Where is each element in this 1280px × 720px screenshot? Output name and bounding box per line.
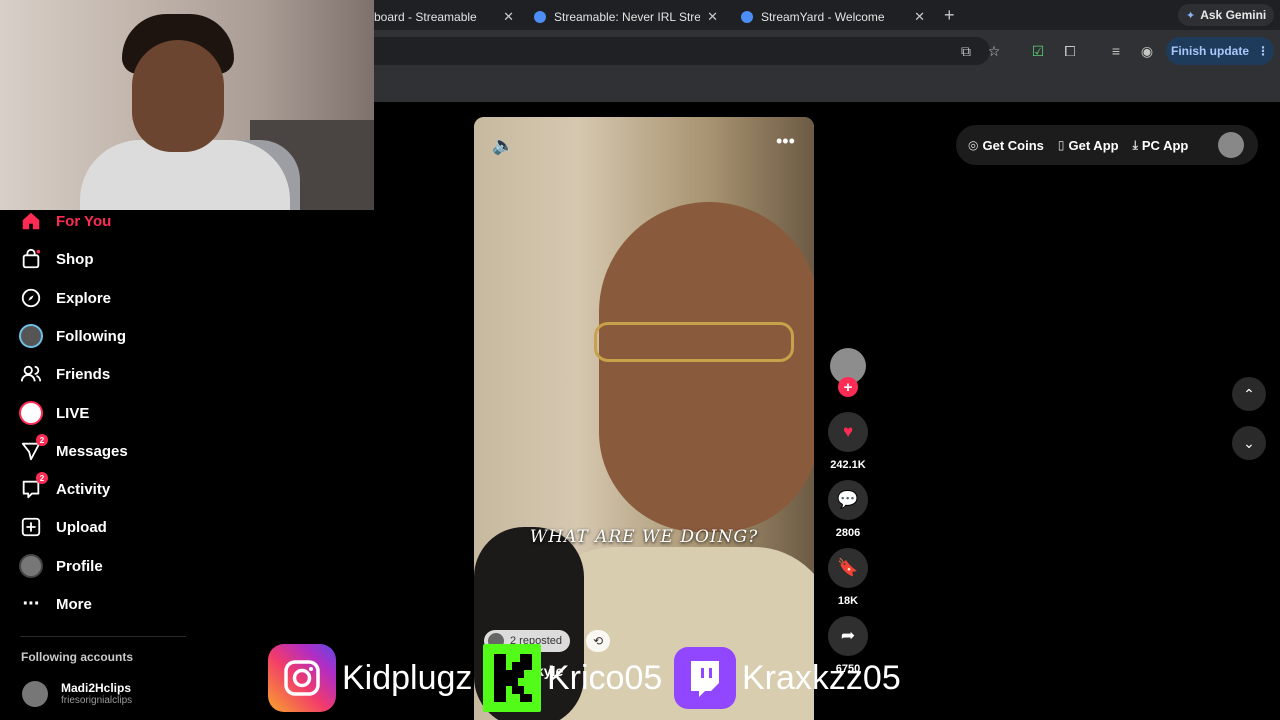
sidebar-item-for-you[interactable]: For You (18, 208, 111, 234)
more-options-icon[interactable]: ••• (776, 131, 795, 152)
media-queue-icon[interactable]: ≡ (1107, 42, 1125, 60)
friends-icon (18, 361, 44, 387)
instagram-handle-overlay: Kidplugz (268, 644, 472, 712)
comment-bubble-icon[interactable]: 💬 (828, 480, 868, 520)
sidebar-item-messages[interactable]: 2 Messages (18, 434, 128, 464)
home-icon (18, 208, 44, 234)
extensions-puzzle-icon[interactable]: ⧠ (1061, 42, 1079, 60)
ask-gemini-button[interactable]: ✦ Ask Gemini (1178, 4, 1275, 26)
sidebar-item-friends[interactable]: Friends (18, 361, 110, 387)
sidebar-item-shop[interactable]: Shop (18, 246, 94, 272)
kick-logo-icon (483, 644, 541, 712)
close-tab-icon[interactable]: ✕ (914, 9, 925, 25)
following-account-item[interactable]: Madi2Hclips friesorignialclips (22, 681, 132, 707)
install-app-icon[interactable]: ⧉ (957, 42, 975, 60)
bookmark-count: 18K (837, 595, 859, 607)
phone-icon: ▯ (1057, 138, 1065, 152)
activity-badge: 2 (36, 472, 48, 484)
sidebar-divider (20, 636, 186, 637)
upload-icon (18, 514, 44, 540)
tab-streamable-never-irl[interactable]: Streamable: Never IRL Stream ✕ (534, 4, 718, 30)
messages-badge: 2 (36, 434, 48, 446)
live-icon (18, 400, 44, 426)
video-frame-subject (599, 202, 814, 532)
following-accounts-title: Following accounts (21, 650, 134, 664)
streamyard-favicon-icon (741, 11, 753, 23)
new-tab-icon[interactable]: + (944, 5, 955, 26)
sidebar-item-explore[interactable]: Explore (18, 285, 111, 311)
profile-avatar-icon (18, 553, 44, 579)
sidebar-item-live[interactable]: LIVE (18, 400, 89, 426)
streamable-favicon-icon (534, 11, 546, 23)
avatar (22, 681, 48, 707)
pc-app-button[interactable]: ⤓ PC App (1133, 138, 1189, 153)
close-tab-icon[interactable]: ✕ (503, 9, 514, 25)
finish-update-button[interactable]: Finish update ⋮ (1166, 37, 1274, 65)
gemini-sparkle-icon: ✦ (1186, 9, 1196, 22)
address-bar[interactable] (374, 37, 990, 65)
like-heart-icon[interactable]: ♥ (828, 412, 868, 452)
kebab-menu-icon[interactable]: ⋮ (1257, 44, 1269, 58)
close-tab-icon[interactable]: ✕ (707, 9, 718, 25)
avatar-icon (18, 323, 44, 349)
comment-count: 2806 (835, 527, 861, 539)
next-video-chevron-down-icon[interactable]: ⌄ (1232, 426, 1266, 460)
follow-plus-icon[interactable]: + (838, 377, 858, 397)
sidebar-item-upload[interactable]: Upload (18, 514, 107, 540)
sidebar-item-more[interactable]: ··· More (18, 591, 92, 617)
video-caption: WHAT ARE WE DOING? (529, 527, 759, 547)
tab-streamable-board[interactable]: board - Streamable ✕ (374, 4, 514, 30)
extension-check-icon[interactable]: ☑ (1029, 42, 1047, 60)
twitch-handle-overlay: Kraxkzz05 (674, 644, 901, 712)
activity-icon: 2 (18, 472, 48, 502)
download-icon: ⤓ (1132, 137, 1138, 152)
tab-streamyard[interactable]: StreamYard - Welcome ✕ (741, 4, 925, 30)
streamer-webcam (0, 0, 374, 210)
bookmark-icon[interactable]: 🔖 (828, 548, 868, 588)
shopping-bag-icon (18, 246, 44, 272)
profile-avatar-icon[interactable]: ◉ (1138, 42, 1156, 60)
twitch-logo-icon (674, 647, 736, 709)
instagram-logo-icon (268, 644, 336, 712)
bookmark-star-icon[interactable]: ☆ (985, 42, 1003, 60)
kick-handle-overlay: Krico05 (483, 644, 662, 712)
top-action-pill: ◎ Get Coins ▯ Get App ⤓ PC App (956, 125, 1258, 165)
volume-icon[interactable]: 🔈 (492, 135, 514, 156)
video-player[interactable]: 🔈 ••• WHAT ARE WE DOING? 2 reposted ⟲ ky… (474, 117, 814, 720)
paper-plane-icon: 2 (18, 434, 48, 464)
coin-icon: ◎ (968, 138, 979, 152)
sidebar-item-profile[interactable]: Profile (18, 553, 103, 579)
user-avatar[interactable] (1218, 132, 1244, 158)
sidebar-item-following[interactable]: Following (18, 323, 126, 349)
previous-video-chevron-up-icon[interactable]: ⌃ (1232, 377, 1266, 411)
sidebar-item-activity[interactable]: 2 Activity (18, 472, 110, 502)
like-count: 242.1K (830, 459, 866, 471)
get-app-button[interactable]: ▯ Get App (1058, 138, 1119, 153)
more-icon: ··· (22, 592, 41, 615)
compass-icon (18, 285, 44, 311)
get-coins-button[interactable]: ◎ Get Coins (968, 138, 1044, 153)
